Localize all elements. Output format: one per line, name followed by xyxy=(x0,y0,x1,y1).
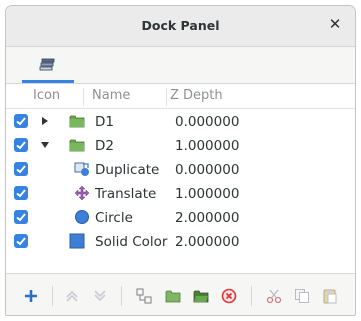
layer-zdepth: 0.000000 xyxy=(175,114,240,130)
layer-zdepth: 1.000000 xyxy=(175,186,240,202)
column-header-zdepth[interactable]: Z Depth xyxy=(167,88,287,106)
cut-icon[interactable] xyxy=(266,288,282,304)
table-row[interactable]: Solid Color 2.000000 xyxy=(6,230,355,254)
new-folder-icon[interactable] xyxy=(165,288,181,304)
column-header-icon[interactable]: Icon xyxy=(30,88,84,106)
check-icon xyxy=(16,213,26,222)
visibility-checkbox[interactable] xyxy=(14,234,28,248)
window-title: Dock Panel xyxy=(141,18,220,33)
column-header-name[interactable]: Name xyxy=(89,88,167,106)
open-folder-icon[interactable] xyxy=(193,288,209,304)
folder-icon xyxy=(69,115,85,128)
table-row[interactable]: Translate 1.000000 xyxy=(6,182,355,206)
copy-icon[interactable] xyxy=(294,288,310,304)
move-down-icon[interactable] xyxy=(92,288,108,304)
expander-collapsed-icon[interactable] xyxy=(40,116,50,126)
table-row[interactable]: Circle 2.000000 xyxy=(6,206,355,230)
layer-name: D1 xyxy=(95,114,114,130)
check-icon xyxy=(16,189,26,198)
expander-expanded-icon[interactable] xyxy=(40,140,50,150)
layer-zdepth: 0.000000 xyxy=(175,162,240,178)
visibility-checkbox[interactable] xyxy=(14,138,28,152)
separator xyxy=(251,286,252,306)
layer-zdepth: 1.000000 xyxy=(175,138,240,154)
solid-color-icon xyxy=(69,233,85,249)
layer-name: Solid Color xyxy=(95,234,168,250)
table-row[interactable]: D1 0.000000 xyxy=(6,110,355,134)
move-up-icon[interactable] xyxy=(64,288,80,304)
separator xyxy=(121,286,122,306)
tab-layers[interactable] xyxy=(22,51,74,83)
tab-strip xyxy=(6,47,355,84)
translate-icon xyxy=(74,185,90,201)
dock-panel-window: Dock Panel ✕ Icon Name Z Depth D1 0.0000… xyxy=(5,5,356,316)
visibility-checkbox[interactable] xyxy=(14,162,28,176)
check-icon xyxy=(16,141,26,150)
layers-table: Icon Name Z Depth D1 0.000000 D2 1.00000… xyxy=(6,84,355,270)
layer-name: Circle xyxy=(95,210,133,226)
add-icon[interactable] xyxy=(23,288,39,304)
circle-icon xyxy=(75,210,89,224)
check-icon xyxy=(16,237,26,246)
layer-name: D2 xyxy=(95,138,114,154)
check-icon xyxy=(16,117,26,126)
duplicate-icon xyxy=(74,162,89,176)
layer-name: Translate xyxy=(95,186,157,202)
layers-icon xyxy=(39,58,55,71)
visibility-checkbox[interactable] xyxy=(14,186,28,200)
layers-toolbar xyxy=(6,273,355,315)
close-icon[interactable]: ✕ xyxy=(327,16,343,32)
delete-icon[interactable] xyxy=(221,288,237,304)
folder-icon xyxy=(69,139,85,152)
visibility-checkbox[interactable] xyxy=(14,114,28,128)
titlebar: Dock Panel ✕ xyxy=(6,6,355,47)
table-row[interactable]: Duplicate 0.000000 xyxy=(6,158,355,182)
table-header: Icon Name Z Depth xyxy=(6,84,355,109)
paste-icon[interactable] xyxy=(322,288,338,304)
separator xyxy=(52,286,53,306)
group-icon[interactable] xyxy=(136,288,152,304)
visibility-checkbox[interactable] xyxy=(14,210,28,224)
layer-zdepth: 2.000000 xyxy=(175,210,240,226)
table-row[interactable]: D2 1.000000 xyxy=(6,134,355,158)
check-icon xyxy=(16,165,26,174)
layer-zdepth: 2.000000 xyxy=(175,234,240,250)
layer-name: Duplicate xyxy=(95,162,160,178)
